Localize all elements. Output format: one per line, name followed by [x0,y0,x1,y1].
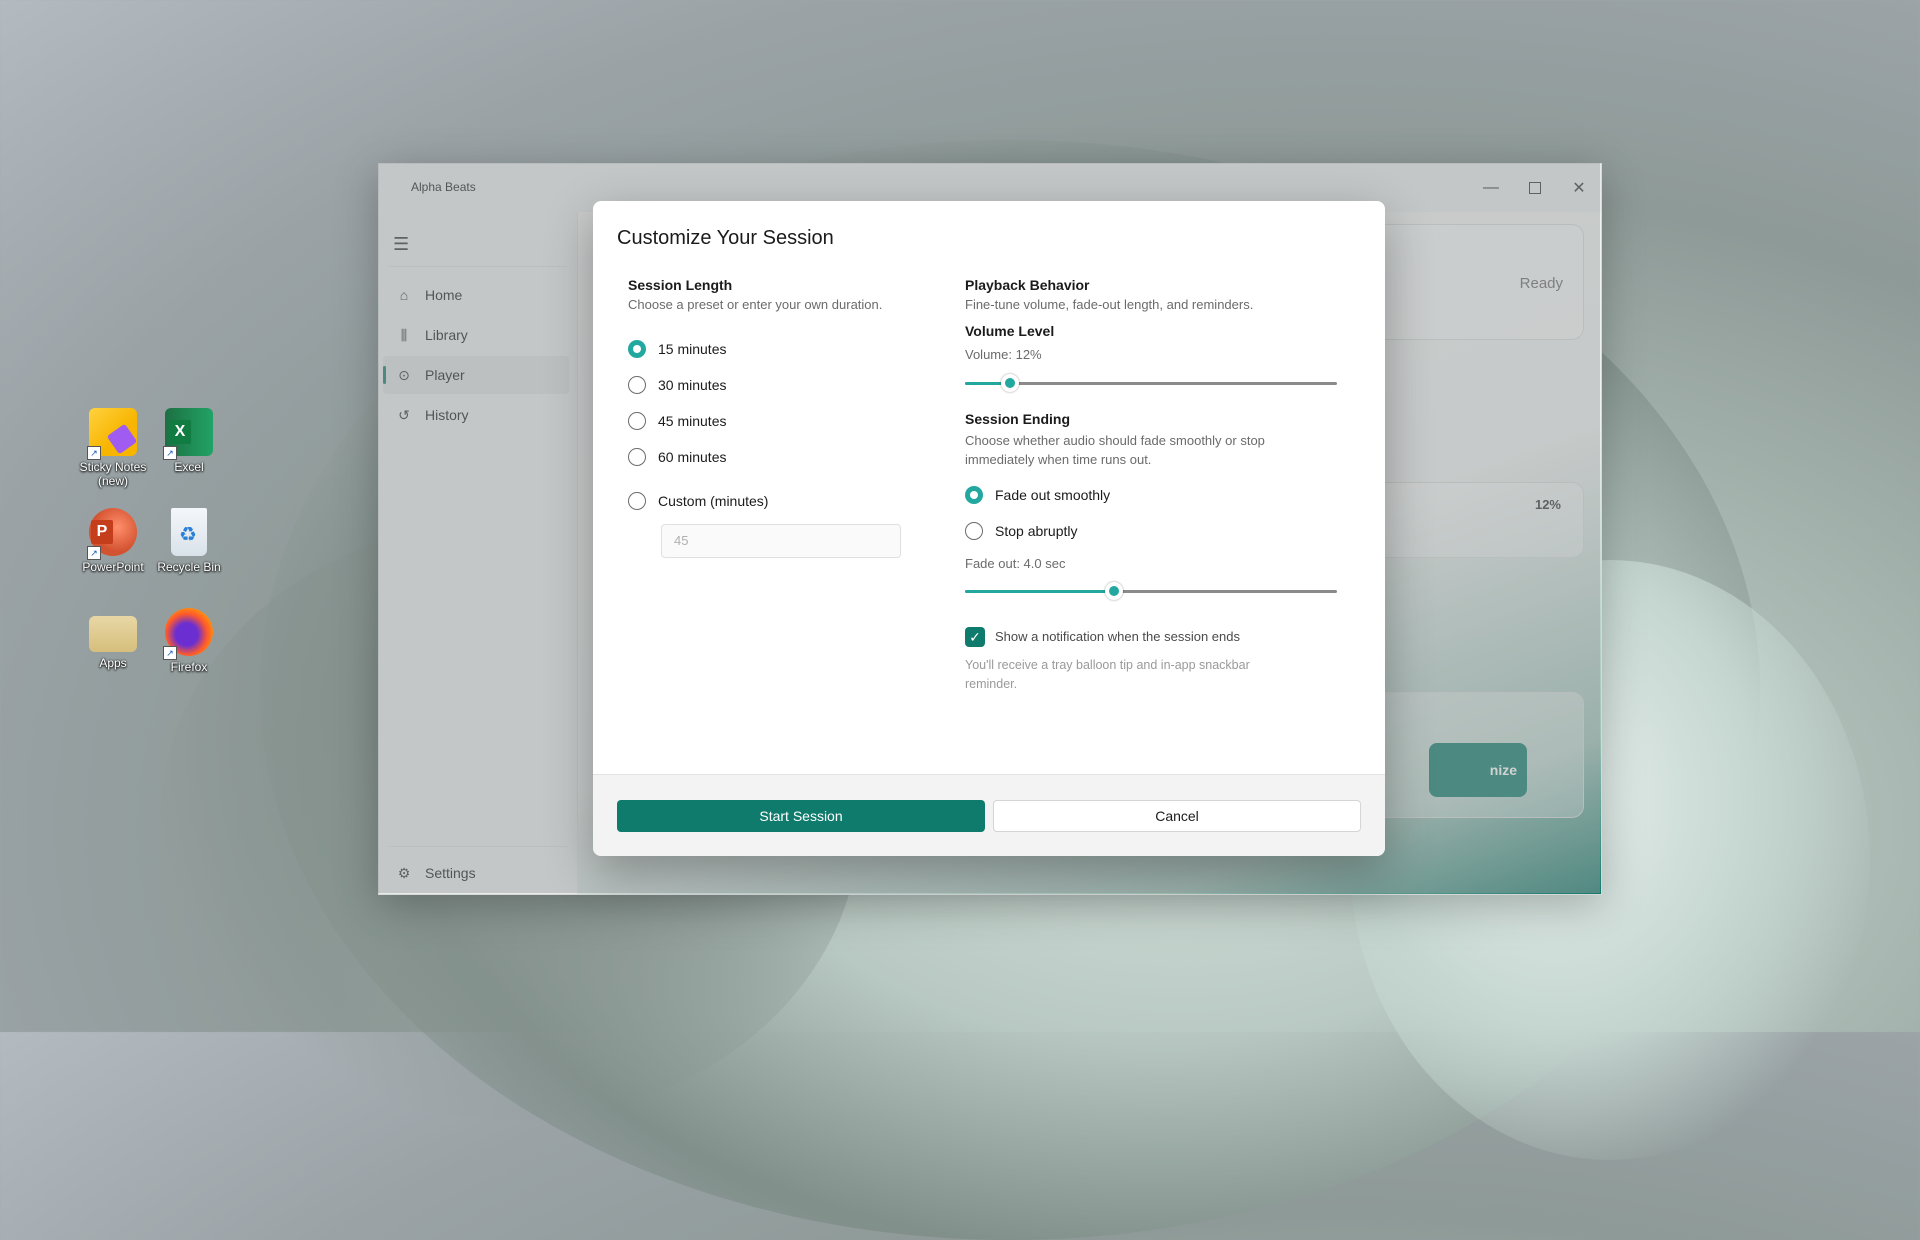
slider-track [965,382,1337,385]
radio-indicator [965,486,983,504]
radio-indicator [628,492,646,510]
radio-label: Stop abruptly [995,523,1078,539]
desktop-icon-sticky-notes[interactable]: ↗ Sticky Notes (new) [75,408,151,488]
radio-indicator [628,448,646,466]
session-ending-heading: Session Ending [965,411,1071,427]
desktop-icon-label: Excel [174,460,204,474]
radio-stop-abruptly[interactable]: Stop abruptly [965,519,1078,543]
session-ending-subtitle: Choose whether audio should fade smoothl… [965,433,1265,467]
radio-label: 45 minutes [658,413,727,429]
desktop-icon-label: PowerPoint [82,560,144,574]
radio-45-minutes[interactable]: 45 minutes [628,409,726,433]
notify-checkbox[interactable]: ✓ [965,627,985,647]
excel-icon: X ↗ [163,408,213,460]
radio-fade-out-smoothly[interactable]: Fade out smoothly [965,483,1110,507]
recycle-bin-icon: ♻ [171,508,207,556]
checkmark-icon: ✓ [969,629,981,645]
desktop-icon-powerpoint[interactable]: P ↗ PowerPoint [75,508,151,574]
firefox-icon: ↗ [163,608,213,660]
radio-label: 30 minutes [658,377,727,393]
playback-heading: Playback Behavior [965,277,1090,293]
notify-label[interactable]: Show a notification when the session end… [995,629,1240,644]
desktop-icon-excel[interactable]: X ↗ Excel [151,408,227,474]
radio-indicator [628,340,646,358]
desktop-icon-label: Recycle Bin [157,560,221,574]
desktop-icon-recycle-bin[interactable]: ♻ Recycle Bin [151,508,227,574]
radio-label: 60 minutes [658,449,727,465]
playback-subtitle: Fine-tune volume, fade-out length, and r… [965,297,1254,312]
session-length-subtitle: Choose a preset or enter your own durati… [628,297,883,312]
dialog-title: Customize Your Session [617,227,834,249]
radio-15-minutes[interactable]: 15 minutes [628,337,726,361]
desktop-icon-firefox[interactable]: ↗ Firefox [151,608,227,674]
fade-out-slider[interactable] [965,581,1337,601]
radio-60-minutes[interactable]: 60 minutes [628,445,726,469]
notify-hint: You'll receive a tray balloon tip and in… [965,658,1250,691]
radio-custom-minutes[interactable]: Custom (minutes) [628,489,768,513]
desktop-icon-label: Sticky Notes (new) [79,460,147,488]
custom-minutes-input[interactable]: 45 [661,524,901,558]
dialog-footer: Start Session Cancel [593,774,1385,856]
volume-heading: Volume Level [965,323,1055,339]
desktop-icon-label: Firefox [170,660,208,674]
slider-thumb[interactable] [1000,374,1019,392]
slider-thumb[interactable] [1104,582,1123,600]
slider-fill [965,590,1114,593]
volume-slider[interactable] [965,373,1337,393]
powerpoint-icon: P ↗ [87,508,137,560]
sticky-notes-icon: ↗ [87,408,138,460]
volume-text: Volume: 12% [965,347,1042,362]
radio-label: 15 minutes [658,341,727,357]
radio-30-minutes[interactable]: 30 minutes [628,373,726,397]
cancel-button[interactable]: Cancel [993,800,1361,832]
radio-label: Fade out smoothly [995,487,1111,503]
desktop-icon-apps[interactable]: Apps [75,608,151,670]
radio-indicator [965,522,983,540]
start-session-button[interactable]: Start Session [617,800,985,832]
folder-icon [89,616,137,652]
fade-out-text: Fade out: 4.0 sec [965,556,1066,571]
radio-label: Custom (minutes) [658,493,769,509]
desktop-icon-label: Apps [99,656,127,670]
radio-indicator [628,412,646,430]
session-length-heading: Session Length [628,277,733,293]
radio-indicator [628,376,646,394]
customize-session-dialog: Customize Your Session Session Length Ch… [593,201,1385,856]
